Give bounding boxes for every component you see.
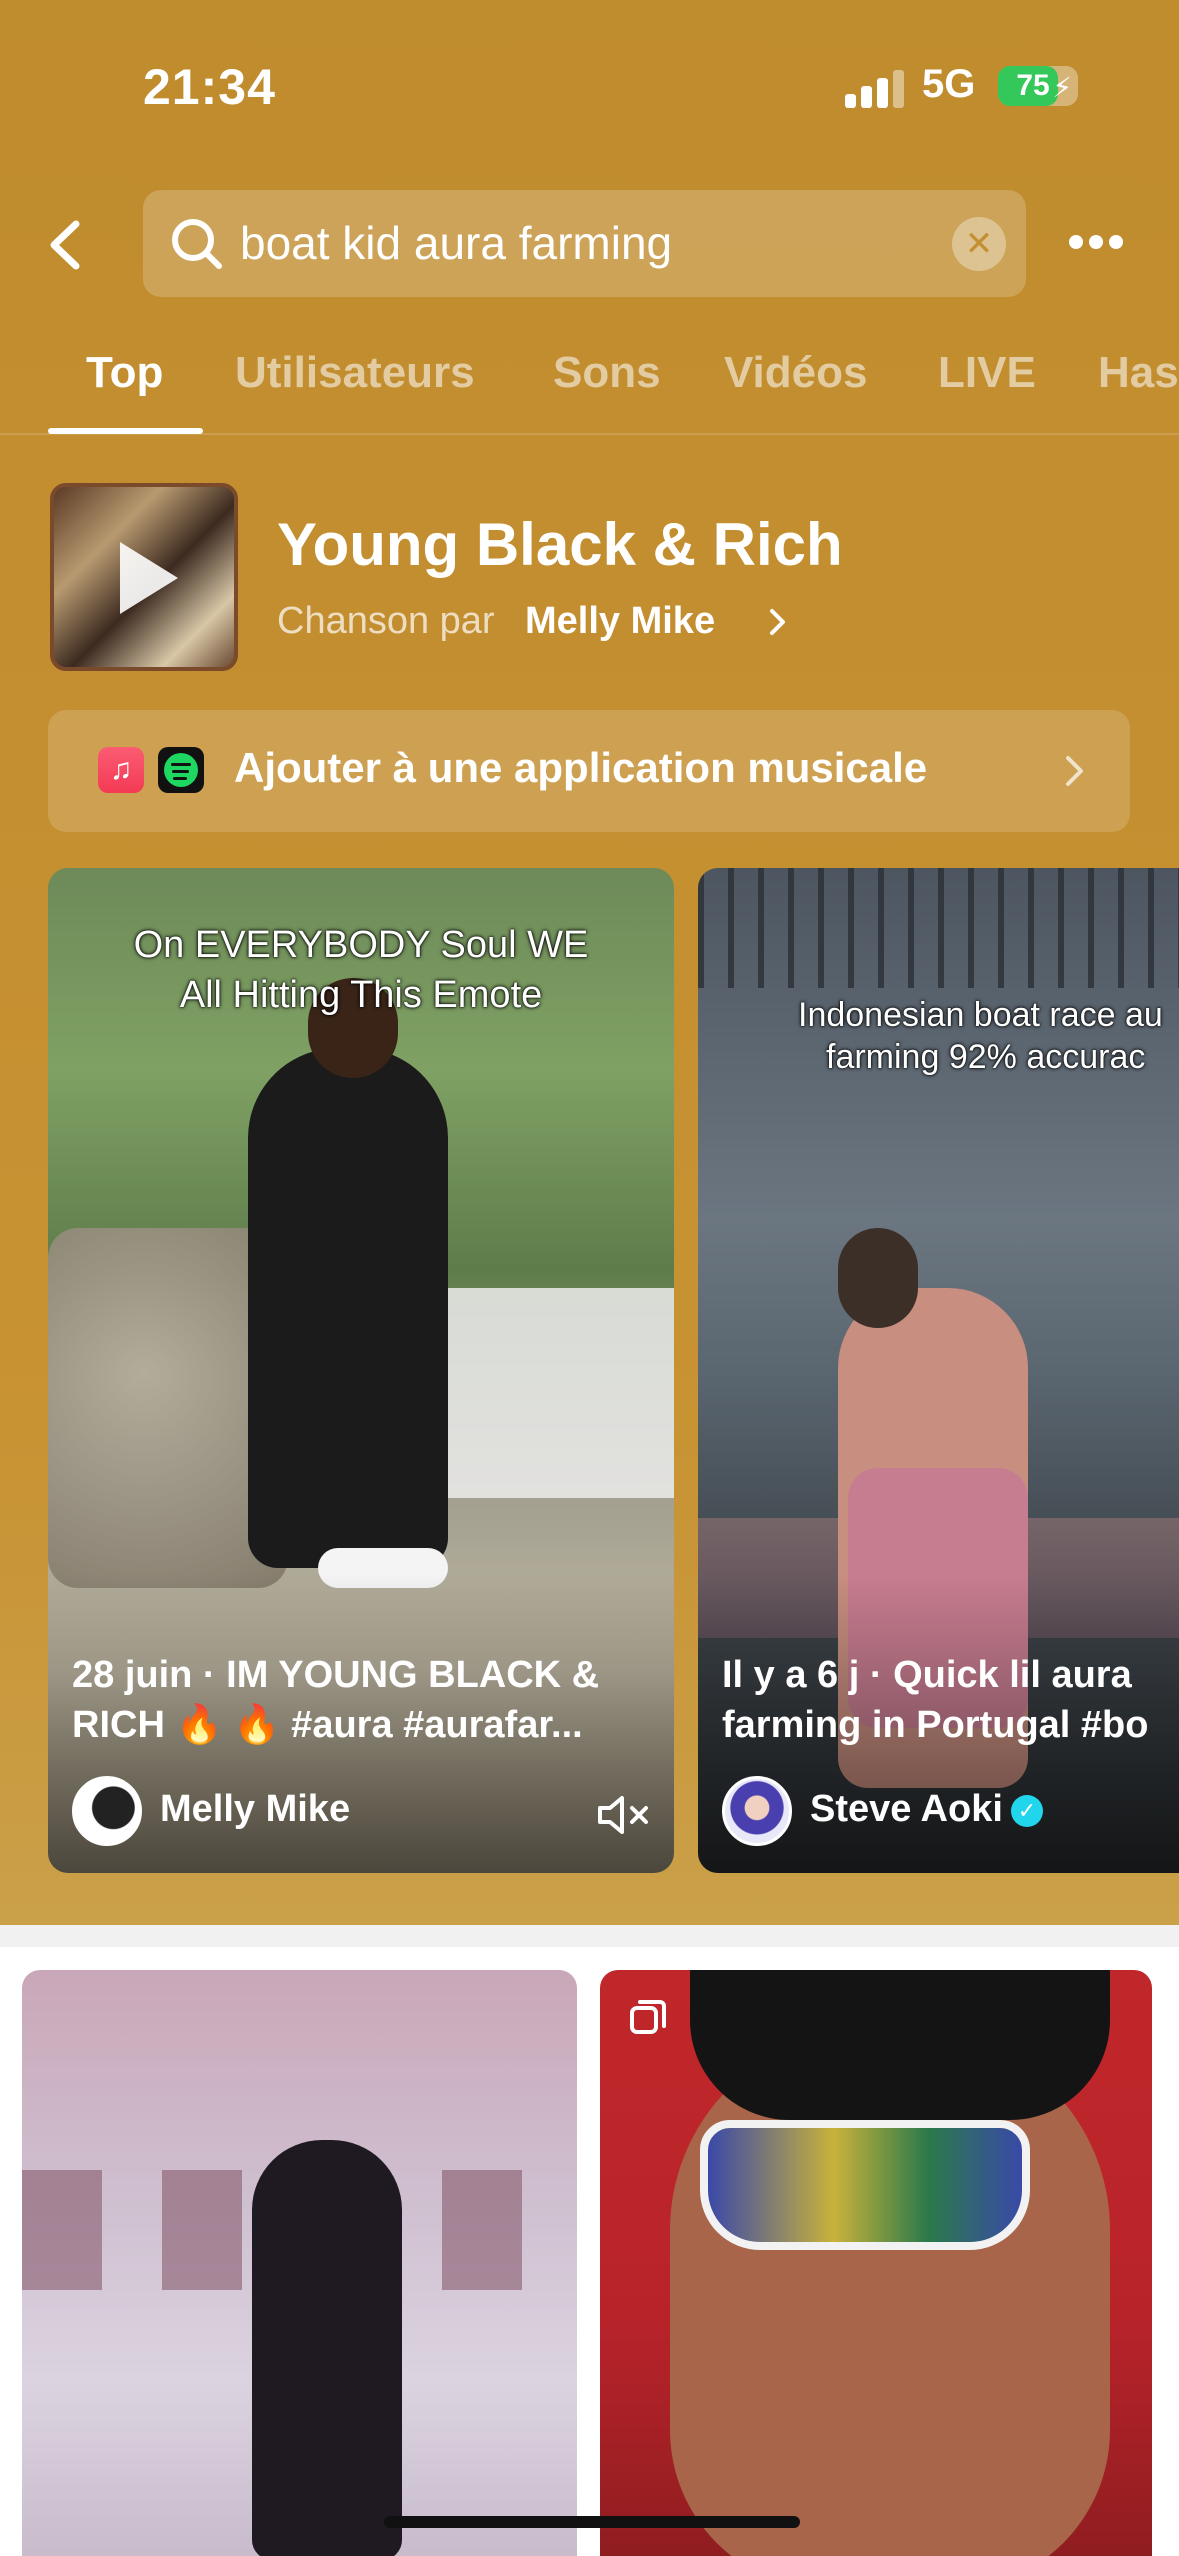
add-to-music-app-button[interactable]: ♫ Ajouter à une application musicale (48, 710, 1130, 832)
verified-badge-icon: ✓ (1010, 1794, 1043, 1827)
tab-sounds[interactable]: Sons (553, 348, 661, 398)
tab-users[interactable]: Utilisateurs (235, 348, 475, 398)
multiple-images-icon (630, 2000, 666, 2034)
video-card[interactable]: Indonesian boat race au farming 92% accu… (698, 868, 1179, 1873)
play-icon (120, 542, 178, 614)
video-overlay-text: farming 92% accurac (826, 1038, 1146, 1076)
active-tab-indicator (48, 428, 203, 434)
search-tabs: Top Utilisateurs Sons Vidéos LIVE Has (0, 340, 1179, 435)
song-title[interactable]: Young Black & Rich (277, 510, 843, 579)
back-button[interactable] (40, 210, 100, 280)
tab-videos[interactable]: Vidéos (724, 348, 867, 398)
tab-top[interactable]: Top (86, 348, 163, 398)
song-cover-art[interactable] (50, 483, 238, 671)
video-caption-line: Il y a 6 j · Quick lil aura (722, 1654, 1132, 1696)
status-time: 21:34 (143, 59, 276, 115)
video-caption: Il y a 6 j · Quick lil aura farming in P… (722, 1650, 1148, 1750)
grid-video-thumbnail[interactable] (22, 1970, 577, 2556)
search-query: boat kid aura farming (240, 217, 673, 269)
chevron-right-icon (1066, 756, 1083, 786)
apple-music-icon: ♫ (98, 747, 144, 793)
video-username[interactable]: Steve Aoki ✓ (810, 1788, 1043, 1831)
video-caption-line: 28 juin · IM YOUNG BLACK & (72, 1654, 600, 1696)
video-caption-line: RICH 🔥 🔥 #aura #aurafar... (72, 1704, 583, 1746)
cellular-signal-icon (845, 68, 905, 108)
video-overlay-text: All Hitting This Emote (179, 974, 543, 1016)
chevron-left-icon (50, 220, 80, 270)
mute-icon[interactable] (594, 1790, 654, 1840)
clear-search-button[interactable]: ✕ (952, 217, 1006, 271)
video-caption: 28 juin · IM YOUNG BLACK & RICH 🔥 🔥 #aur… (72, 1650, 599, 1750)
search-input[interactable]: boat kid aura farming ✕ (143, 190, 1026, 297)
video-card[interactable]: On EVERYBODY Soul WE All Hitting This Em… (48, 868, 674, 1873)
video-username-text: Steve Aoki (810, 1788, 1003, 1830)
avatar[interactable] (72, 1776, 142, 1846)
grid-video-thumbnail[interactable] (600, 1970, 1152, 2556)
tab-hashtags[interactable]: Has (1098, 348, 1179, 398)
video-username[interactable]: Melly Mike (160, 1788, 350, 1831)
battery-icon: 75 ⚡ (998, 66, 1078, 106)
section-separator (0, 1925, 1179, 1947)
chevron-right-icon (770, 609, 785, 635)
video-overlay-text: On EVERYBODY Soul WE (133, 924, 589, 966)
video-overlay-text: Indonesian boat race au (798, 996, 1163, 1034)
video-caption-line: farming in Portugal #bo (722, 1704, 1149, 1746)
tab-live[interactable]: LIVE (938, 348, 1036, 398)
spotify-icon (158, 747, 204, 793)
add-to-music-app-label: Ajouter à une application musicale (234, 744, 928, 791)
song-artist-link[interactable]: Melly Mike (525, 600, 715, 643)
song-subtitle-prefix: Chanson par (277, 600, 495, 642)
avatar[interactable] (722, 1776, 792, 1846)
more-options-button[interactable] (1065, 225, 1125, 261)
charging-bolt-icon: ⚡ (1052, 72, 1072, 103)
network-type: 5G (922, 62, 976, 106)
home-indicator[interactable] (384, 2516, 800, 2528)
search-icon (172, 219, 222, 269)
